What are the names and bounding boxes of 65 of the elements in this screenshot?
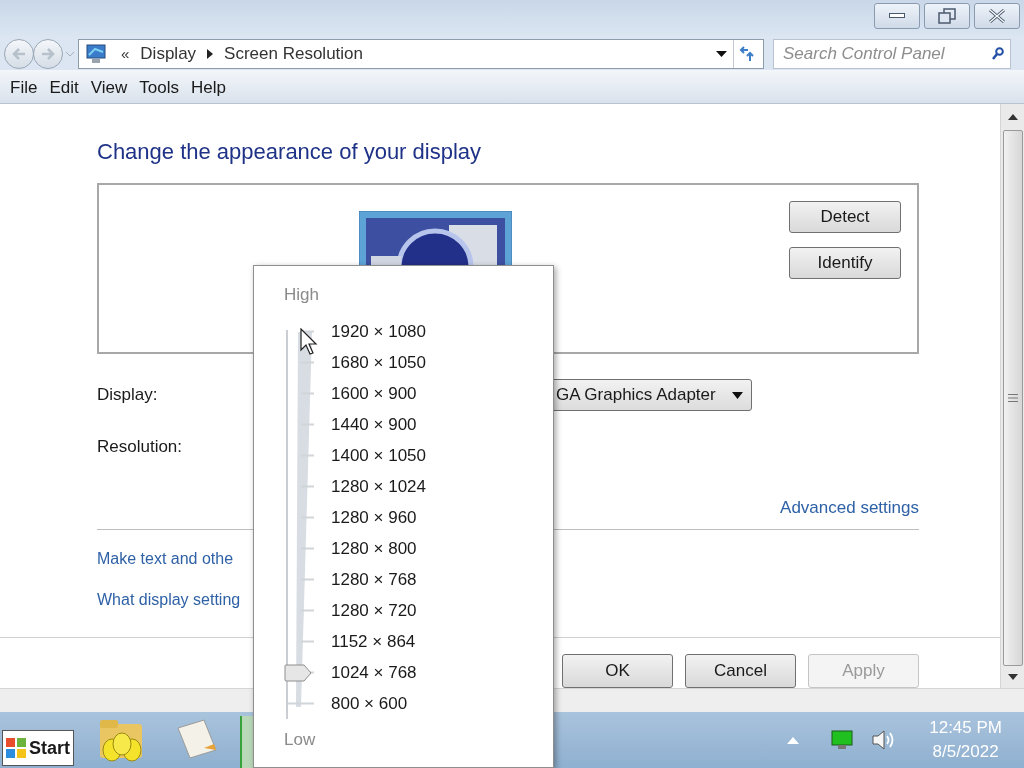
resolution-option[interactable]: 1600 × 900 — [331, 380, 417, 407]
scrollbar[interactable] — [1000, 104, 1024, 688]
resolution-option[interactable]: 1280 × 800 — [331, 535, 417, 562]
start-button[interactable]: Start — [2, 730, 74, 766]
resolution-option[interactable]: 1680 × 1050 — [331, 349, 426, 376]
menu-item[interactable]: Help — [184, 74, 232, 100]
scroll-down-icon[interactable] — [1007, 674, 1018, 680]
page-heading: Change the appearance of your display — [97, 139, 483, 165]
menu-item[interactable]: View — [84, 74, 134, 100]
identify-button[interactable]: Identify — [789, 247, 901, 279]
dialog-button[interactable]: Cancel — [685, 654, 796, 688]
breadcrumb[interactable]: Display — [140, 41, 197, 67]
breadcrumb-overflow[interactable]: « — [121, 42, 130, 66]
resolution-option[interactable]: 1400 × 1050 — [331, 442, 426, 469]
search-field[interactable]: Search Control Panel — [773, 39, 1011, 69]
taskbar-window-button[interactable] — [240, 716, 254, 768]
scroll-up-icon[interactable] — [1007, 114, 1018, 120]
dialog-button[interactable]: OK — [562, 654, 673, 688]
menu-item[interactable]: Edit — [43, 74, 85, 100]
dropdown-caret-icon[interactable] — [716, 51, 727, 57]
resolution-option[interactable]: 800 × 600 — [331, 690, 408, 717]
slider-thumb[interactable] — [284, 663, 312, 682]
resolution-option[interactable]: 1920 × 1080 — [331, 318, 426, 345]
breadcrumb-arrow-icon[interactable] — [207, 49, 214, 59]
close-icon — [988, 9, 1006, 23]
right-arrow-icon — [41, 48, 55, 60]
windows-flag-icon — [5, 737, 27, 759]
restore-icon — [938, 8, 956, 24]
notepad-icon[interactable] — [174, 718, 220, 762]
resolution-option[interactable]: 1024 × 768 — [331, 659, 417, 686]
dropdown-caret-icon — [732, 391, 743, 399]
back-button[interactable] — [4, 39, 34, 69]
help-link[interactable]: What display setting — [97, 588, 241, 610]
history-caret-icon[interactable] — [65, 51, 75, 57]
resolution-option[interactable]: 1280 × 768 — [331, 566, 417, 593]
field-label: Display: — [97, 385, 158, 405]
network-icon[interactable] — [831, 730, 854, 750]
show-hidden-icons-icon[interactable] — [787, 736, 800, 744]
mouse-cursor-icon — [300, 328, 319, 356]
advanced-settings-link[interactable]: Advanced settings — [780, 495, 919, 517]
resolution-option[interactable]: 1280 × 1024 — [331, 473, 426, 500]
display-icon — [85, 43, 107, 65]
forward-button[interactable] — [33, 39, 63, 69]
left-arrow-icon — [12, 48, 26, 60]
field-label: Resolution: — [97, 436, 183, 459]
grip-icon — [1007, 393, 1018, 403]
low-label: Low — [284, 729, 316, 752]
help-link[interactable]: Make text and othe — [97, 547, 234, 569]
close-button[interactable] — [974, 3, 1020, 29]
address-bar[interactable]: « Display Screen Resolution — [78, 39, 764, 69]
minimize-icon — [889, 13, 905, 19]
resolution-option[interactable]: 1280 × 720 — [331, 597, 417, 624]
restore-button[interactable] — [924, 3, 970, 29]
resolution-option[interactable]: 1440 × 900 — [331, 411, 417, 438]
monitor-icon — [359, 211, 512, 265]
menu-item[interactable]: File — [4, 74, 44, 100]
breadcrumb[interactable]: Screen Resolution — [224, 41, 363, 67]
menu-item[interactable]: Tools — [133, 74, 185, 100]
detect-button[interactable]: Detect — [789, 201, 901, 233]
resolution-option[interactable]: 1280 × 960 — [331, 504, 417, 531]
high-label: High — [284, 284, 319, 307]
search-icon — [992, 47, 1004, 60]
scrollbar-thumb[interactable] — [1002, 130, 1023, 666]
resolution-option[interactable]: 1152 × 864 — [331, 628, 416, 655]
minimize-button[interactable] — [874, 3, 920, 29]
